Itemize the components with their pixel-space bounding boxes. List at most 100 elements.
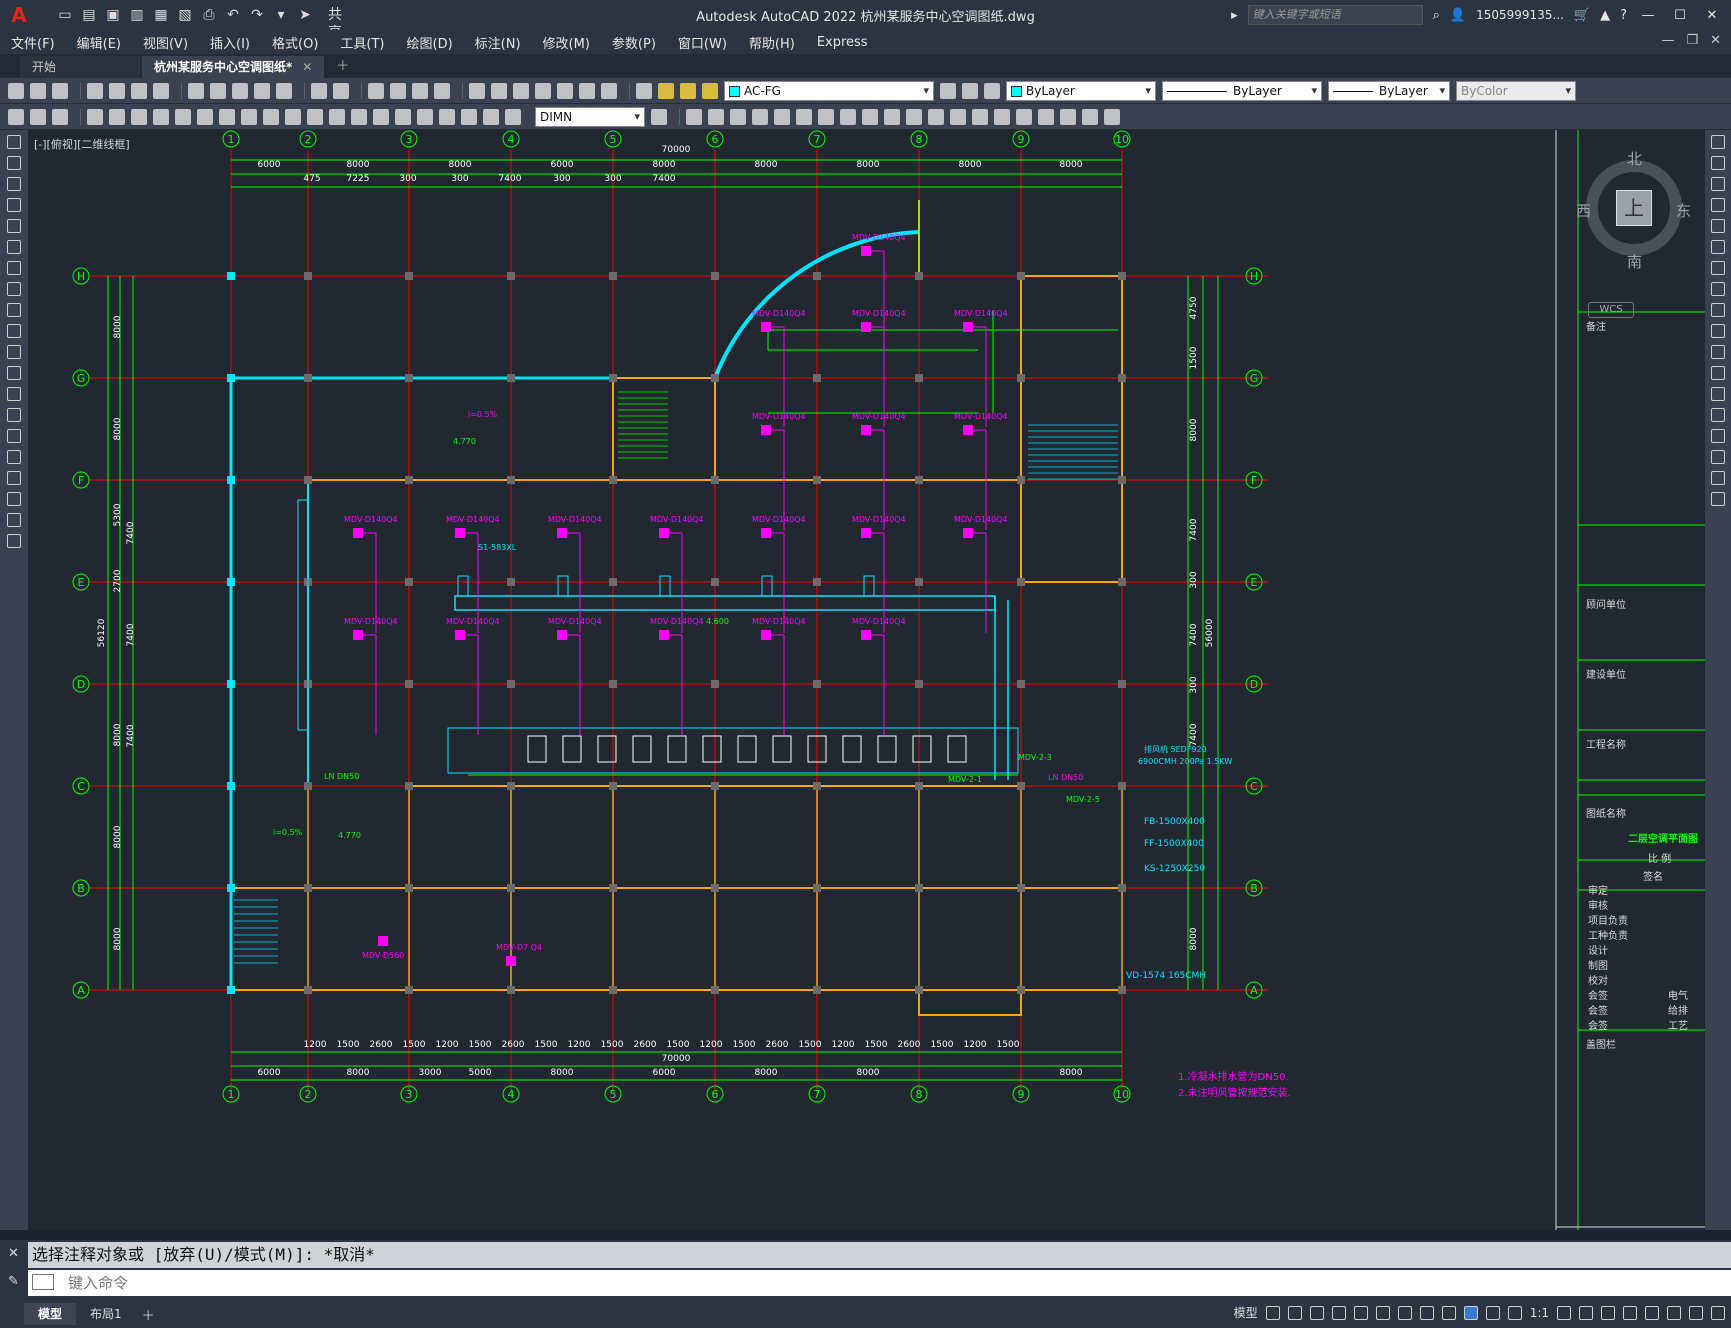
properties-icon[interactable] bbox=[469, 82, 485, 99]
modify-19-icon[interactable] bbox=[1082, 108, 1098, 125]
autocad-logo-icon[interactable]: A bbox=[6, 2, 32, 28]
modify-10-icon[interactable] bbox=[884, 108, 900, 125]
wcs-menu[interactable]: WCS bbox=[1588, 302, 1634, 318]
ordinate-icon[interactable] bbox=[153, 108, 169, 125]
layer-previous-icon[interactable] bbox=[962, 82, 978, 99]
add-tab-icon[interactable]: ＋ bbox=[336, 56, 349, 78]
grid-icon[interactable] bbox=[1265, 1305, 1280, 1320]
make-current-layer-icon[interactable] bbox=[940, 82, 956, 99]
menu-dimension[interactable]: 标注(N) bbox=[464, 33, 532, 52]
mtext-icon[interactable] bbox=[7, 513, 21, 527]
jogged-icon[interactable] bbox=[197, 108, 213, 125]
open-file-icon[interactable]: ▤ bbox=[80, 6, 98, 24]
menu-insert[interactable]: 插入(I) bbox=[199, 33, 261, 52]
menu-express[interactable]: Express bbox=[806, 35, 879, 50]
dim-edit-icon[interactable] bbox=[461, 108, 477, 125]
isolate-objects-icon[interactable] bbox=[1645, 1305, 1659, 1320]
user-name[interactable]: 1505999135... bbox=[1476, 8, 1564, 22]
design-center-icon[interactable] bbox=[491, 82, 507, 99]
fillet-icon[interactable] bbox=[1711, 450, 1725, 464]
redo-icon[interactable] bbox=[333, 82, 349, 99]
make-block-icon[interactable] bbox=[7, 387, 21, 401]
clean-screen-icon[interactable] bbox=[1689, 1305, 1703, 1320]
table-icon[interactable] bbox=[7, 492, 21, 506]
tab-start[interactable]: 开始 bbox=[20, 56, 140, 78]
viewcube-north[interactable]: 北 bbox=[1627, 148, 1642, 169]
menu-parametric[interactable]: 参数(P) bbox=[601, 33, 667, 52]
isodraft-icon[interactable] bbox=[1353, 1305, 1368, 1320]
jogged-linear-icon[interactable] bbox=[439, 108, 455, 125]
linear-dim-icon[interactable] bbox=[87, 108, 103, 125]
layer-freeze-icon[interactable] bbox=[680, 82, 696, 99]
undo-icon[interactable]: ↶ bbox=[224, 6, 242, 24]
save-icon[interactable]: ▣ bbox=[104, 6, 122, 24]
scale-icon[interactable] bbox=[1711, 282, 1725, 296]
zoom-realtime-icon[interactable] bbox=[390, 82, 406, 99]
polar-icon[interactable] bbox=[1331, 1305, 1346, 1320]
command-prompt-icon[interactable] bbox=[32, 1274, 54, 1290]
customize-cmd-icon[interactable]: ✎ bbox=[8, 1274, 19, 1289]
point-icon[interactable] bbox=[7, 408, 21, 422]
layer-lock-icon[interactable] bbox=[702, 82, 718, 99]
annotation-monitor-icon[interactable] bbox=[1579, 1305, 1593, 1320]
erase-icon[interactable] bbox=[1711, 135, 1725, 149]
workspace-dropdown-icon[interactable]: ▾ bbox=[272, 6, 290, 24]
lineweight-dropdown[interactable]: ByLayer bbox=[1328, 80, 1450, 101]
layer-on-icon[interactable] bbox=[658, 82, 674, 99]
diameter-icon[interactable] bbox=[219, 108, 235, 125]
angular-icon[interactable] bbox=[241, 108, 257, 125]
modify-18-icon[interactable] bbox=[1060, 108, 1076, 125]
paste-icon[interactable] bbox=[232, 82, 248, 99]
cart-icon[interactable]: 🛒 bbox=[1574, 8, 1590, 23]
dim-break-icon[interactable] bbox=[351, 108, 367, 125]
layer-dropdown[interactable]: AC-FG bbox=[724, 80, 934, 101]
dim-space-icon[interactable] bbox=[329, 108, 345, 125]
modify-8-icon[interactable] bbox=[840, 108, 856, 125]
polygon-icon[interactable] bbox=[7, 198, 21, 212]
help-icon[interactable]: ? bbox=[1620, 8, 1627, 23]
search-icon[interactable]: ⌕ bbox=[1433, 8, 1440, 23]
join-icon[interactable] bbox=[1711, 408, 1725, 422]
copy-object-icon[interactable] bbox=[1711, 156, 1725, 170]
add-layout-icon[interactable]: ＋ bbox=[142, 1305, 155, 1324]
tool-a-icon[interactable] bbox=[8, 108, 24, 125]
plotstyle-dropdown[interactable]: ByColor bbox=[1456, 80, 1576, 101]
annotation-scale-icon[interactable] bbox=[1507, 1305, 1522, 1320]
doc-minimize-button[interactable]: — bbox=[1661, 33, 1674, 48]
save-web-icon[interactable]: ▧ bbox=[176, 6, 194, 24]
model-space-label[interactable]: 模型 bbox=[1234, 1304, 1258, 1321]
user-icon[interactable]: 👤 bbox=[1450, 8, 1466, 23]
close-button[interactable]: ✕ bbox=[1701, 8, 1723, 23]
nav-arrow-icon[interactable]: ▸ bbox=[1231, 8, 1238, 23]
move-icon[interactable] bbox=[1711, 240, 1725, 254]
save-as-icon[interactable]: ▥ bbox=[128, 6, 146, 24]
circle-icon[interactable] bbox=[7, 261, 21, 275]
match-prop-icon[interactable] bbox=[254, 82, 270, 99]
region-icon[interactable] bbox=[7, 471, 21, 485]
dimstyle-dropdown[interactable]: DIMN bbox=[535, 106, 645, 127]
center-mark-icon[interactable] bbox=[395, 108, 411, 125]
modify-7-icon[interactable] bbox=[818, 108, 834, 125]
dimstyle-icon[interactable] bbox=[651, 108, 667, 125]
graphics-perf-icon[interactable] bbox=[1667, 1305, 1681, 1320]
trim-icon[interactable] bbox=[1711, 324, 1725, 338]
units-icon[interactable] bbox=[1601, 1305, 1615, 1320]
radius-icon[interactable] bbox=[175, 108, 191, 125]
plot-icon[interactable] bbox=[87, 82, 103, 99]
viewcube[interactable]: 上 北 南 东 西 bbox=[1576, 148, 1692, 271]
modify-4-icon[interactable] bbox=[752, 108, 768, 125]
osnap-track-icon[interactable] bbox=[1375, 1305, 1390, 1320]
menu-format[interactable]: 格式(O) bbox=[261, 33, 329, 52]
3d-print-icon[interactable] bbox=[153, 82, 169, 99]
tolerance-icon[interactable] bbox=[373, 108, 389, 125]
array-icon[interactable] bbox=[1711, 219, 1725, 233]
zoom-previous-icon[interactable] bbox=[434, 82, 450, 99]
modify-15-icon[interactable] bbox=[994, 108, 1010, 125]
modify-20-icon[interactable] bbox=[1104, 108, 1120, 125]
save-icon[interactable] bbox=[52, 82, 68, 99]
viewcube-top-face[interactable]: 上 bbox=[1616, 190, 1652, 226]
modify-2-icon[interactable] bbox=[708, 108, 724, 125]
autodesk-app-icon[interactable]: ▲ bbox=[1600, 8, 1610, 23]
drawing-canvas[interactable]: [-][俯视][二维线框] MDV-D140Q4 MDV-D140Q4 MDV-D1… bbox=[28, 130, 1705, 1230]
arc-length-icon[interactable] bbox=[131, 108, 147, 125]
